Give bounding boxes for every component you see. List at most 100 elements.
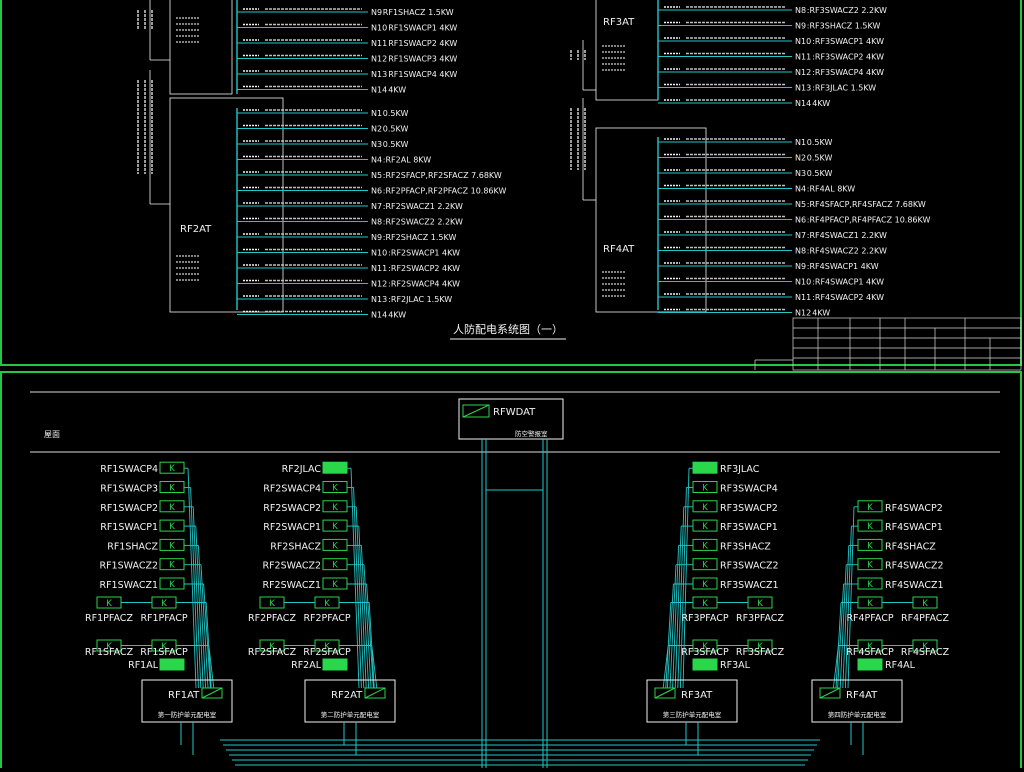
circuit-label: :RF3JLAC 1.5KW: [812, 84, 876, 93]
circuit-label: :RF2SWACP2 4KW: [388, 264, 460, 273]
circuit-label: RF1SWACP3 4KW: [388, 55, 457, 64]
switch-k: [322, 461, 348, 474]
unit-panel-caption: 第一防护单元配电室: [158, 710, 217, 719]
circuit-number: N7: [795, 231, 806, 240]
al-label: RF1AL: [128, 660, 159, 671]
feed-label: RF4SWACP1: [885, 522, 943, 533]
circuit-label: 0.5KW: [807, 154, 833, 163]
pair-label-right: RF4SFACZ: [901, 647, 950, 658]
switch-label: K: [867, 561, 873, 571]
feed-label: RF1SWACZ1: [99, 580, 158, 591]
switch-k: K: [159, 461, 185, 474]
circuit-label: :RF3SWACP1 4KW: [812, 37, 884, 46]
circuit-number: N11: [795, 53, 811, 62]
circuit-label: :RF2SWACP1 4KW: [388, 249, 460, 258]
circuit-number: N12: [371, 55, 387, 64]
circuit-number: N10: [795, 37, 811, 46]
switch-k: K: [322, 481, 348, 494]
panel-name: RF4AT: [603, 244, 635, 255]
switch-label: K: [169, 464, 175, 474]
circuit-number: N2: [795, 154, 806, 163]
unit-panel-caption: 第二防护单元配电室: [321, 710, 380, 719]
switch-label: K: [757, 599, 763, 609]
feed-label: RF2SWACP1: [263, 522, 321, 533]
switch-k: K: [322, 519, 348, 532]
switch-label: K: [867, 541, 873, 551]
feed-label: RF4SHACZ: [885, 541, 936, 552]
circuit-label: 0.5KW: [383, 125, 409, 134]
feed-label: RF1SWACP4: [100, 464, 158, 475]
pair-label-right: RF3PFACZ: [736, 613, 784, 624]
riser-group-1: K RF1SWACP4 K RF1SWACP3 K RF1SWACP2 K RF1SWACP1…: [85, 461, 233, 755]
switch-k: [692, 658, 718, 671]
feed-label: RF2JLAC: [282, 464, 322, 475]
switch-label: K: [867, 503, 873, 513]
cad-drawing-stage: N9 RF1SHACZ 1.5KW N10 RF1SWACP1 4KW N11 RF1SW…: [0, 0, 1024, 772]
switch-label: K: [702, 580, 708, 590]
switch-k: K: [322, 500, 348, 513]
circuit-label: :RF3SWACZ2 2.2KW: [807, 6, 887, 15]
unit-panel-name: RF2AT: [331, 690, 363, 701]
pair-label-left: RF1PFACZ: [85, 613, 133, 624]
circuit-number: N4: [371, 156, 382, 165]
switch-k: K: [322, 538, 348, 551]
switch-label: K: [867, 599, 873, 609]
switch-k: K: [857, 558, 883, 571]
switch-k: K: [692, 577, 718, 590]
light-switch-solid: [857, 658, 883, 671]
circuit-label: :RF2AL 8KW: [383, 156, 431, 165]
circuit-number: N1: [371, 109, 382, 118]
switch-k: K: [159, 538, 185, 551]
switch-k: K: [322, 558, 348, 571]
switch-label: K: [332, 541, 338, 551]
circuit-number: N13: [371, 70, 387, 79]
circuit-label: :RF4SWACP2 4KW: [812, 293, 884, 302]
feed-label: RF3SWACP1: [720, 522, 778, 533]
switch-k: K: [159, 577, 185, 590]
unit-panel-name: RF1AT: [168, 690, 200, 701]
distribution-panel-box: [595, 0, 659, 101]
circuit-label: RF1SWACP1 4KW: [388, 24, 457, 33]
circuit-number: N2: [371, 125, 382, 134]
circuit-number: N11: [795, 293, 811, 302]
feed-label: RF3SWACP2: [720, 503, 778, 514]
feed-label: RF1SWACP1: [100, 522, 158, 533]
circuit-number: N3: [795, 169, 806, 178]
unit-panel-name: RF4AT: [846, 690, 878, 701]
circuit-label: RF1SWACP2 4KW: [388, 39, 457, 48]
switch-label: K: [922, 599, 928, 609]
unit-panel-caption: 第三防护单元配电室: [663, 710, 722, 719]
feed-label: RF1SWACZ2: [99, 561, 158, 572]
circuit-label: 0.5KW: [807, 169, 833, 178]
switch-label: K: [702, 503, 708, 513]
circuit-number: N8: [795, 247, 806, 256]
switch-k: [692, 461, 718, 474]
circuit-number: N10: [371, 24, 387, 33]
switch-k: K: [159, 558, 185, 571]
circuit-label: :RF2SWACZ1 2.2KW: [383, 202, 463, 211]
pair-label-left: RF2SFACZ: [248, 647, 297, 658]
circuit-label: 0.5KW: [383, 140, 409, 149]
switch-label: K: [702, 522, 708, 532]
switch-k: K: [322, 577, 348, 590]
switch-label: K: [702, 541, 708, 551]
pair-label-right: RF2SFACP: [303, 647, 351, 658]
riser-group-2: RF2JLACKRF2SWACP4KRF2SWACP2KRF2SWACP1KRF…: [248, 461, 396, 755]
circuit-number: N4: [795, 185, 806, 194]
circuit-label: :RF2PFACP,RF2PFACZ 10.86KW: [383, 187, 507, 196]
switch-k: K: [692, 538, 718, 551]
switch-label: K: [169, 503, 175, 513]
circuit-label: 4KW: [388, 86, 406, 95]
bottom-riser-diagram: 屋面RFWDAT防空警报室KRF1SWACP4KRF1SWACP3KRF1SWA…: [30, 391, 1000, 768]
switch-label: K: [269, 599, 275, 609]
circuit-label: :RF4AL 8KW: [807, 185, 855, 194]
circuit-number: N14: [371, 311, 387, 320]
switch-k: K: [151, 596, 177, 609]
circuit-label: :RF2JLAC 1.5KW: [388, 295, 452, 304]
switch-label: K: [169, 541, 175, 551]
switch-k: K: [692, 558, 718, 571]
unit-panel-symbol: [654, 687, 676, 699]
switch-label: K: [106, 599, 112, 609]
circuit-number: N12: [371, 280, 387, 289]
feed-label: RF3SWACZ2: [720, 561, 779, 572]
